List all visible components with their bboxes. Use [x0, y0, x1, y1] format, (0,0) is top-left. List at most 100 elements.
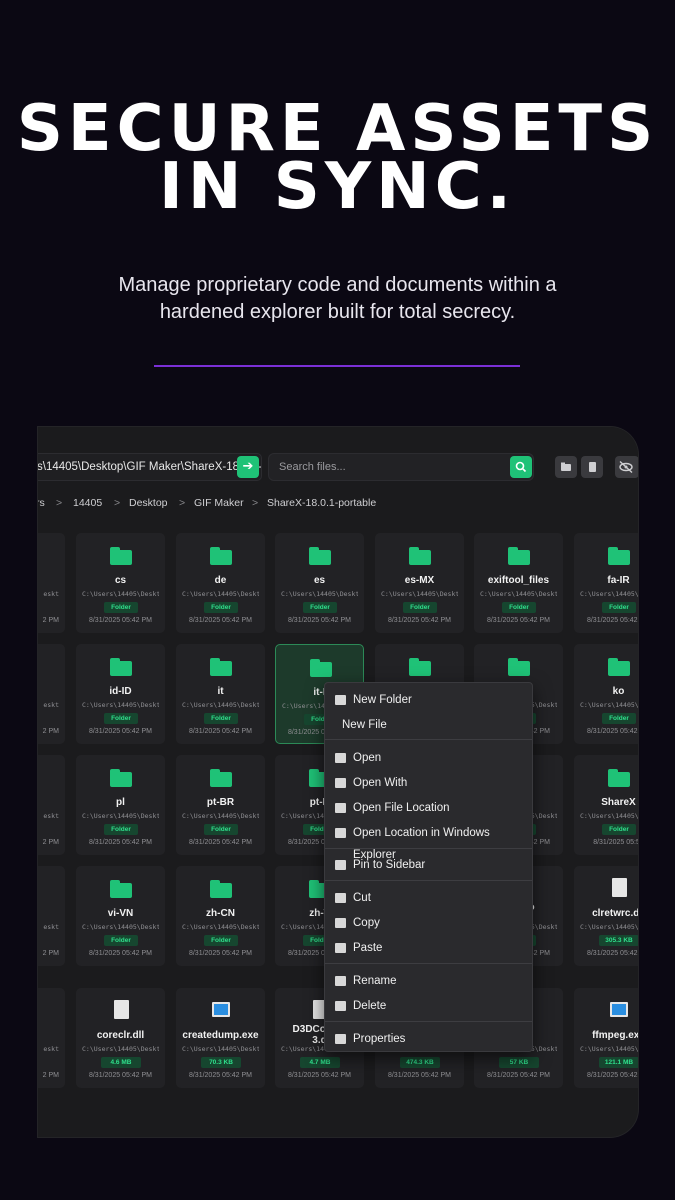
- folder-icon: [608, 547, 630, 565]
- file-card[interactable]: fa-IR C:\Users\14405\Deskt... Folder 8/31/2…: [574, 533, 638, 633]
- file-card[interactable]: de C:\Users\14405\Deskt... Folder 8/31/2025…: [176, 533, 265, 633]
- file-date: 2 PM: [42, 1072, 59, 1079]
- menu-item-label: Paste: [353, 942, 383, 954]
- file-icon: [612, 878, 627, 897]
- file-date: 2 PM: [42, 839, 59, 846]
- file-card[interactable]: ShareX C:\Users\14405\Deskt... Folder 8/31/…: [574, 755, 638, 855]
- file-date: 8/31/2025 05:57: [593, 839, 638, 846]
- file-card[interactable]: vi-VN C:\Users\14405\Deskt... Folder 8/31/2…: [76, 866, 165, 966]
- file-badge: Folder: [104, 824, 138, 835]
- file-path: C:\Users\14405\Deskt...: [381, 590, 458, 598]
- path-input[interactable]: s\14405\Desktop\GIF Maker\ShareX-18.0.1-…: [38, 453, 262, 481]
- new-folder-button[interactable]: [555, 456, 577, 478]
- file-badge: Folder: [204, 713, 238, 724]
- file-date: 8/31/2025 05:42 PM: [88, 728, 153, 735]
- file-card[interactable]: cs C:\Users\14405\Deskt... Folder 8/31/2025…: [76, 533, 165, 633]
- file-badge: 4.6 MB: [101, 1057, 141, 1068]
- file-path: eskt: [43, 701, 59, 709]
- file-path: eskt: [43, 812, 59, 820]
- file-name: es: [313, 575, 326, 586]
- executable-icon: [212, 1002, 230, 1017]
- file-date: 8/31/2025 05:42 PM: [88, 1072, 153, 1079]
- file-name: pl: [116, 797, 125, 808]
- search-button[interactable]: [510, 456, 532, 478]
- breadcrumb-item[interactable]: GIF Maker: [194, 497, 244, 509]
- file-card[interactable]: clretwrc.dll C:\Users\14405\Deskt... 305.3…: [574, 866, 638, 966]
- file-badge: Folder: [104, 935, 138, 946]
- menu-item[interactable]: Open With: [325, 772, 532, 794]
- menu-item-label: New File: [342, 719, 387, 731]
- menu-item-label: Pin to Sidebar: [353, 859, 426, 871]
- file-card[interactable]: pt-BR C:\Users\14405\Deskt... Folder 8/31/2…: [176, 755, 265, 855]
- menu-item[interactable]: Open Location in Windows Explorer: [325, 822, 532, 861]
- file-card[interactable]: pl C:\Users\14405\Deskt... Folder 8/31/2025…: [76, 755, 165, 855]
- file-name: pt-BR: [206, 797, 235, 808]
- file-path: C:\Users\14405\Deskt...: [281, 590, 358, 598]
- file-badge: Folder: [602, 824, 636, 835]
- breadcrumb-separator: >: [56, 497, 63, 509]
- file-path: eskt: [43, 590, 59, 598]
- file-badge: 474.3 KB: [400, 1057, 440, 1068]
- folder-icon: [409, 547, 431, 565]
- search-input[interactable]: Search files...: [268, 453, 534, 481]
- menu-separator: [325, 739, 532, 740]
- folder-icon: [110, 880, 132, 898]
- file-card[interactable]: ffmpeg.exe C:\Users\14405\Deskt... 121.1 M…: [574, 988, 638, 1088]
- file-date: 2 PM: [42, 728, 59, 735]
- file-path: eskt: [43, 923, 59, 931]
- file-date: 8/31/2025 05:42 PM: [586, 950, 638, 957]
- file-card[interactable]: exiftool_files C:\Users\14405\Deskt... Fol…: [474, 533, 563, 633]
- menu-item-label: Copy: [353, 917, 380, 929]
- file-name: createdump.exe: [182, 1030, 259, 1041]
- file-card[interactable]: es C:\Users\14405\Deskt... Folder 8/31/2025…: [275, 533, 364, 633]
- file-name: ffmpeg.exe: [592, 1030, 638, 1041]
- file-card[interactable]: createdump.exe C:\Users\14405\Deskt... 70.…: [176, 988, 265, 1088]
- file-card[interactable]: it C:\Users\14405\Deskt... Folder 8/31/2025…: [176, 644, 265, 744]
- file-card[interactable]: eskt 2 PM: [38, 866, 65, 966]
- file-name: zh-CN: [206, 908, 235, 919]
- context-menu: New Folder New File Open Open With Open File…: [324, 682, 533, 1052]
- file-card[interactable]: es-MX C:\Users\14405\Deskt... Folder 8/31/2…: [375, 533, 464, 633]
- new-file-button[interactable]: [581, 456, 603, 478]
- file-badge: Folder: [204, 935, 238, 946]
- file-card[interactable]: eskt 2 PM: [38, 644, 65, 744]
- file-name: ShareX: [601, 797, 636, 808]
- menu-item[interactable]: Rename: [325, 970, 532, 992]
- menu-item-label: Open With: [353, 777, 408, 789]
- breadcrumb-item[interactable]: ShareX-18.0.1-portable: [267, 497, 376, 509]
- file-card[interactable]: eskt 2 PM: [38, 533, 65, 633]
- file-card[interactable]: eskt 2 PM: [38, 988, 65, 1088]
- menu-item[interactable]: New Folder: [325, 689, 532, 711]
- file-path: C:\Users\14405\Deskt...: [182, 701, 259, 709]
- hide-button[interactable]: [615, 456, 638, 478]
- folder-icon: [210, 658, 232, 676]
- menu-item[interactable]: New File: [325, 714, 532, 736]
- menu-item-label: Open File Location: [353, 802, 450, 814]
- menu-item[interactable]: Properties: [325, 1028, 532, 1050]
- file-path: C:\Users\14405\Deskt...: [82, 923, 159, 931]
- breadcrumb-item[interactable]: 14405: [73, 497, 102, 509]
- file-card[interactable]: ko C:\Users\14405\Deskt... Folder 8/31/2025…: [574, 644, 638, 744]
- go-button[interactable]: ➔: [237, 456, 259, 478]
- file-path: C:\Users\14405\Deskt...: [182, 1045, 259, 1053]
- breadcrumb-item[interactable]: rs: [38, 497, 45, 509]
- menu-item[interactable]: Copy: [325, 912, 532, 934]
- pin-icon: [335, 860, 346, 870]
- menu-item[interactable]: Paste: [325, 937, 532, 959]
- file-card[interactable]: zh-CN C:\Users\14405\Deskt... Folder 8/31/2…: [176, 866, 265, 966]
- breadcrumb-item[interactable]: Desktop: [129, 497, 168, 509]
- file-card[interactable]: coreclr.dll C:\Users\14405\Deskt... 4.6 MB…: [76, 988, 165, 1088]
- hero-subtitle-line2: hardened explorer built for total secrec…: [159, 301, 516, 323]
- menu-item[interactable]: Delete: [325, 995, 532, 1017]
- hero-subtitle: Manage proprietary code and documents wi…: [60, 272, 615, 326]
- file-badge: Folder: [204, 602, 238, 613]
- menu-item[interactable]: Open File Location: [325, 797, 532, 819]
- file-card[interactable]: id-ID C:\Users\14405\Deskt... Folder 8/31/2…: [76, 644, 165, 744]
- menu-item[interactable]: Cut: [325, 887, 532, 909]
- hero-subtitle-line1: Manage proprietary code and documents wi…: [118, 274, 557, 296]
- folder-open-icon: [335, 753, 346, 763]
- file-card[interactable]: eskt 2 PM: [38, 755, 65, 855]
- menu-item[interactable]: Pin to Sidebar: [325, 854, 532, 876]
- file-path: C:\Users\14405\Deskt...: [82, 812, 159, 820]
- menu-item[interactable]: Open: [325, 747, 532, 769]
